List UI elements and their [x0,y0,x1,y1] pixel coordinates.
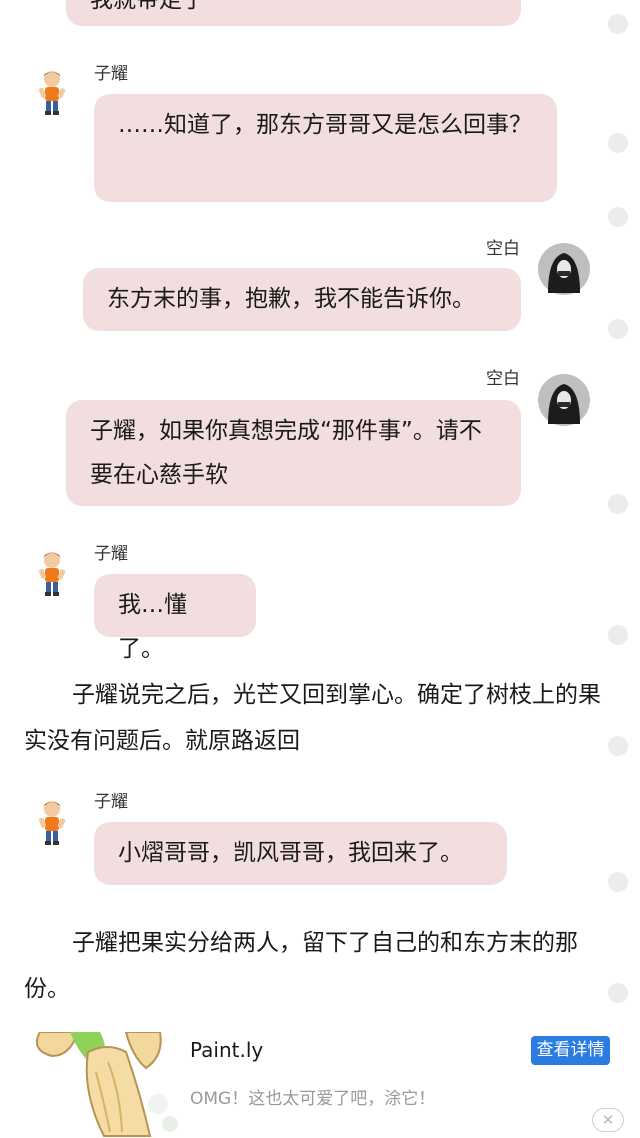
cartoon-boy-avatar-icon [38,552,66,596]
chat-bubble: 子耀，如果你真想完成“那件事”。请不要在心慈手软 [66,400,521,506]
narration-paragraph: 子耀说完之后，光芒又回到掌心。确定了树枝上的果实没有问题后。就原路返回 [24,682,601,754]
hooded-figure-avatar-icon [538,243,590,295]
avatar-kongbai[interactable] [538,243,590,295]
comment-dot[interactable] [608,494,628,514]
speaker-name: 子耀 [94,64,128,84]
comment-dot[interactable] [608,736,628,756]
ad-title[interactable]: Paint.ly [190,1038,263,1062]
chat-bubble: 我…懂了。 [94,574,256,662]
ad-details-button[interactable]: 查看详情 [531,1036,610,1065]
chat-bubble: 东方末的事，抱歉，我不能告诉你。 [83,268,521,331]
comment-dot[interactable] [608,133,628,153]
ad-illustration[interactable] [30,1032,180,1138]
cartoon-hands-illustration [36,1032,178,1137]
comment-dot[interactable] [608,207,628,227]
avatar-kongbai[interactable] [538,374,590,426]
chat-bubble: ……知道了，那东方哥哥又是怎么回事？ [94,94,557,202]
ad-banner[interactable]: Paint.ly OMG！这也太可爱了吧，涂它！ 查看详情 ✕ [0,1032,640,1138]
cartoon-boy-avatar-icon [38,71,66,115]
avatar-ziyao[interactable] [26,66,78,118]
close-icon[interactable]: ✕ [592,1108,624,1132]
cartoon-boy-avatar-icon [38,801,66,845]
avatar-ziyao[interactable] [26,796,78,848]
comment-dot[interactable] [608,319,628,339]
speaker-name: 空白 [486,239,520,259]
ad-description[interactable]: OMG！这也太可爱了吧，涂它！ [190,1084,435,1109]
speaker-name: 空白 [486,369,520,389]
comment-dot[interactable] [608,983,628,1003]
chat-bubble: 小熠哥哥，凯风哥哥，我回来了。 [94,822,507,885]
avatar-ziyao[interactable] [26,547,78,599]
speaker-name: 子耀 [94,792,128,812]
comment-dot[interactable] [608,14,628,34]
speaker-name: 子耀 [94,544,128,564]
chat-bubble-previous: 我就带走了 [66,0,521,26]
hooded-figure-avatar-icon [538,374,590,426]
narration-paragraph: 子耀把果实分给两人，留下了自己的和东方末的那份。 [24,930,578,1002]
comment-dot[interactable] [608,625,628,645]
comment-dot[interactable] [608,872,628,892]
